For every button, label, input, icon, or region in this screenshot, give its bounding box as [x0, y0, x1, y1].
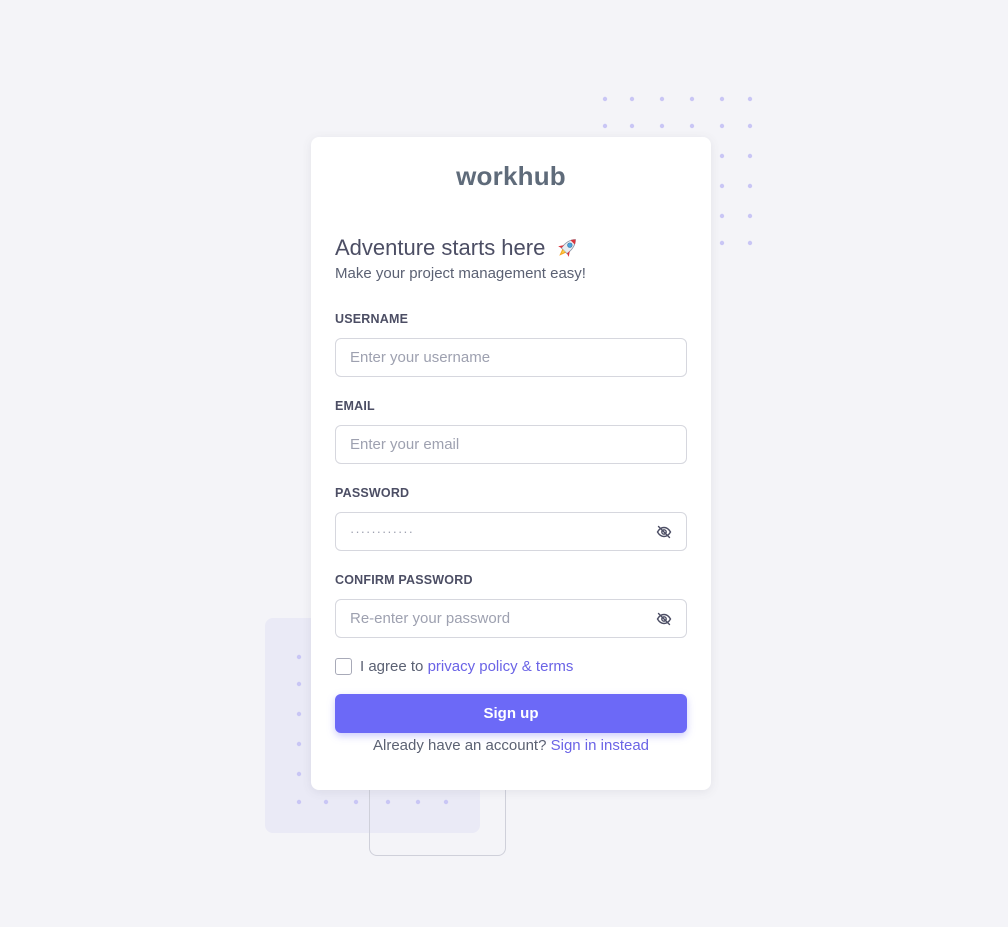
username-label: USERNAME: [335, 312, 409, 326]
eye-off-icon[interactable]: [656, 524, 672, 540]
page-heading: Adventure starts here: [335, 233, 687, 263]
username-field-wrapper: [335, 338, 687, 377]
signin-prompt-row: Already have an account? Sign in instead: [335, 737, 687, 754]
email-input[interactable]: [350, 436, 672, 453]
brand-logo: workhub: [456, 161, 566, 191]
signup-button[interactable]: Sign up: [335, 694, 687, 733]
privacy-terms-link[interactable]: privacy policy & terms: [428, 658, 574, 675]
page-subtitle: Make your project management easy!: [335, 265, 586, 282]
terms-row: I agree to privacy policy & terms: [335, 657, 687, 675]
password-input[interactable]: ············: [350, 524, 414, 539]
terms-checkbox[interactable]: [335, 657, 352, 675]
signup-card: workhub Adventure starts here Make your …: [311, 137, 711, 790]
email-label: EMAIL: [335, 399, 375, 413]
confirm-password-field-wrapper: [335, 599, 687, 638]
rocket-icon: [558, 239, 577, 257]
username-input[interactable]: [350, 349, 672, 366]
password-label: PASSWORD: [335, 486, 410, 500]
page-title: Adventure starts here: [335, 235, 546, 260]
email-field-wrapper: [335, 425, 687, 464]
password-field-wrapper: ············: [335, 512, 687, 551]
signup-page: workhub Adventure starts here Make your …: [0, 0, 1008, 927]
signin-link[interactable]: Sign in instead: [551, 737, 649, 754]
confirm-password-input[interactable]: [350, 610, 672, 627]
confirm-password-label: CONFIRM PASSWORD: [335, 573, 473, 587]
eye-off-icon[interactable]: [656, 611, 672, 627]
terms-prefix: I agree to: [360, 657, 424, 675]
signin-prompt: Already have an account?: [372, 737, 547, 754]
